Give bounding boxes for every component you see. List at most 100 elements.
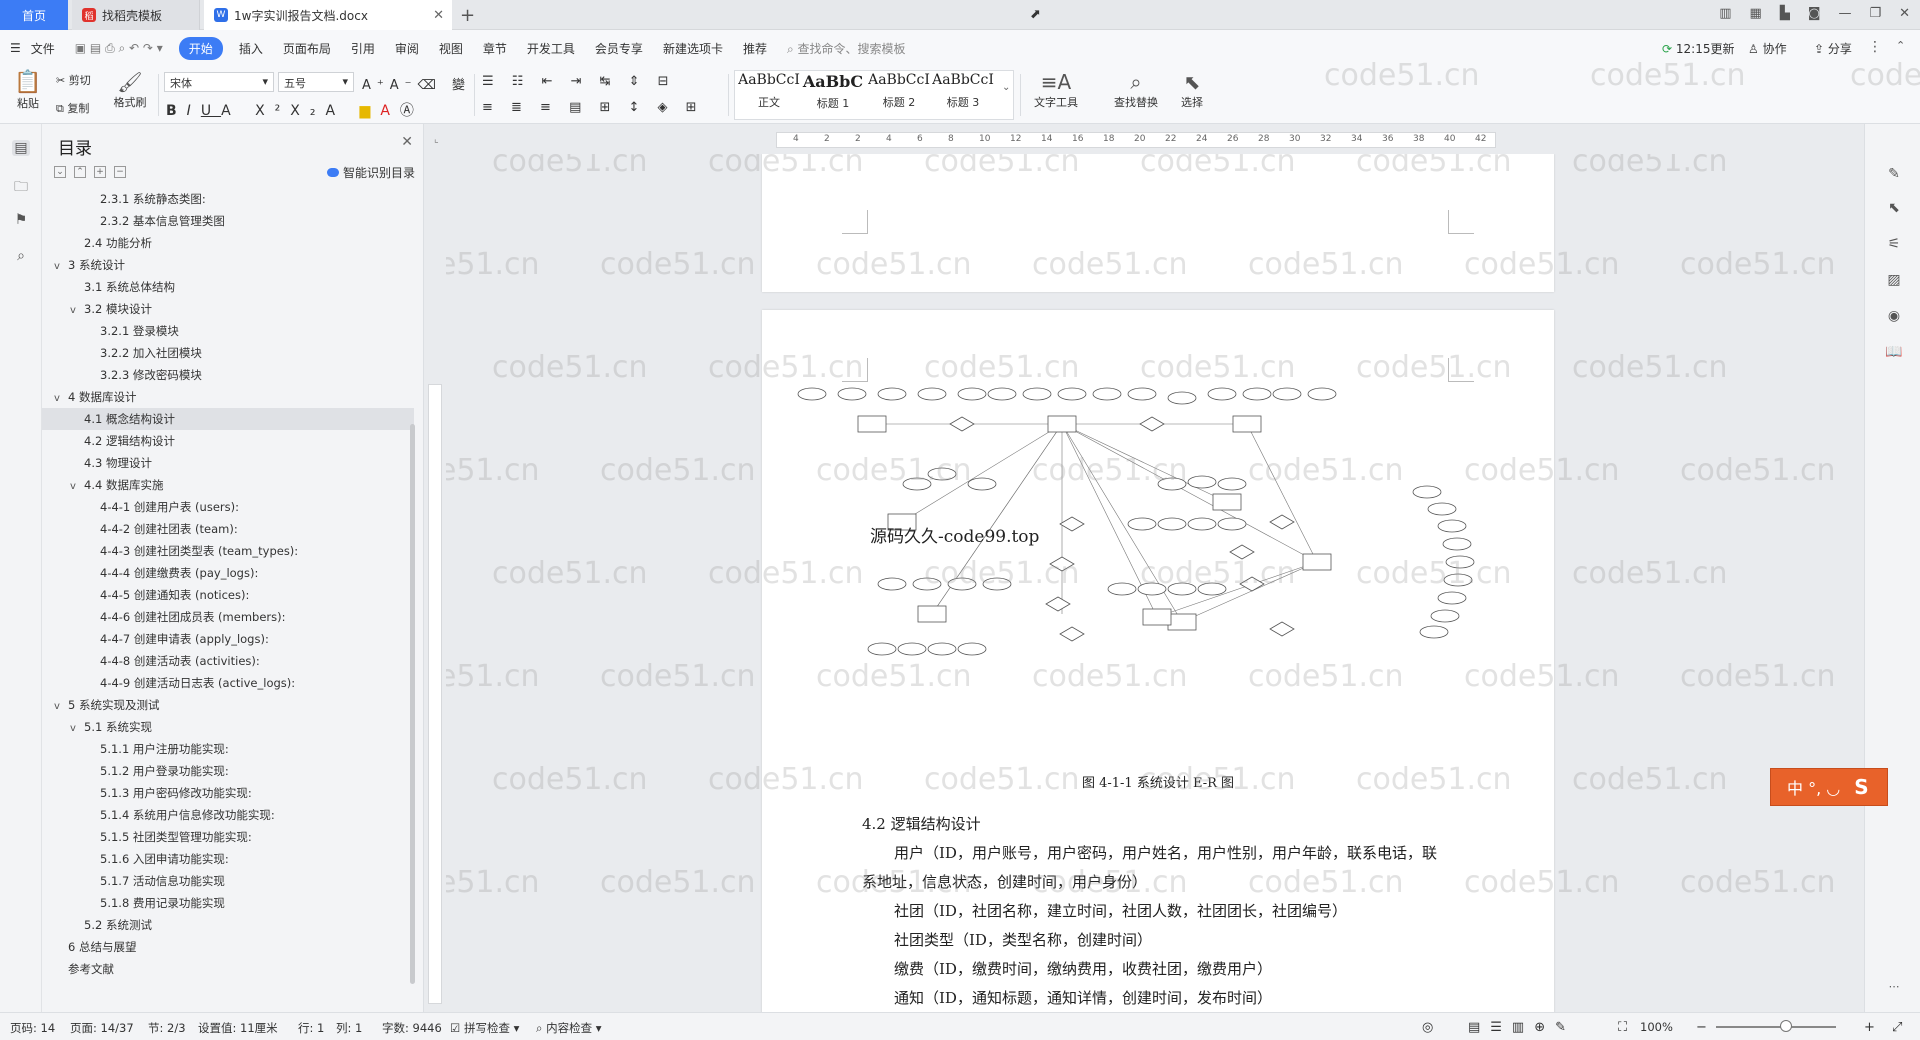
toc-item[interactable]: 5.1.7 活动信息功能实现 [42,870,414,892]
page[interactable] [762,154,1554,292]
toc-item[interactable]: 3.2.3 修改密码模块 [42,364,414,386]
fullscreen-icon[interactable]: ⤢ [1892,1020,1902,1035]
toc-item[interactable]: 4-4-5 创建通知表 (notices): [42,584,414,606]
skin-icon[interactable]: ▙ [1780,6,1790,21]
scrollbar[interactable] [410,424,415,984]
eye-icon[interactable]: ◎ [1422,1020,1433,1035]
view-mode-icons[interactable]: ▤☰▥⊕✎ [1468,1020,1576,1035]
toc-item[interactable]: 4-4-1 创建用户表 (users): [42,496,414,518]
book-icon[interactable]: 📖 [1885,344,1903,362]
sync-status[interactable]: ⟳ 12:15更新 [1662,40,1734,57]
style-heading-2[interactable]: AaBbCcI 标题 2 [866,72,932,118]
status-section[interactable]: 节: 2/3 [148,1020,186,1036]
image-icon[interactable]: ▨ [1885,272,1903,290]
toc-item[interactable]: 3.2.2 加入社团模块 [42,342,414,364]
toc-item[interactable]: 5.1.1 用户注册功能实现: [42,738,414,760]
horizontal-ruler[interactable]: ⌞ 4 2 2 4 6 8 10 12 14 16 18 20 22 24 26 28 30 32 34 36 38 40… [424,124,1864,154]
toc-item[interactable]: 2.4 功能分析 [42,232,414,254]
toc-item[interactable]: 5.1.5 社团类型管理功能实现: [42,826,414,848]
close-tab-icon[interactable]: ✕ [433,8,444,23]
command-search[interactable]: ⌕ 查找命令、搜索模板 [777,40,916,57]
share-button[interactable]: ⇪ 分享 [1814,40,1852,57]
more-icon[interactable]: ⋯ [1885,980,1903,998]
zoom-level[interactable]: 100% [1640,1020,1673,1034]
toc-item[interactable]: 6 总结与展望 [42,936,414,958]
pen-icon[interactable]: ✎ [1885,166,1903,184]
menu-layout[interactable]: 页面布局 [273,40,341,57]
toc-item[interactable]: v4 数据库设计 [42,386,414,408]
chevron-down-icon[interactable]: v [70,718,84,740]
style-normal[interactable]: AaBbCcI 正文 [736,72,802,118]
avatar-icon[interactable]: ◙ [1808,6,1821,21]
font-adjust-icons[interactable]: A⁺A⁻⌫ 變 [362,74,471,93]
cursor-select-icon[interactable]: ⬉ [1885,200,1903,218]
ime-badge[interactable]: 中 °, ◡ S [1770,768,1888,806]
toc-item[interactable]: 4-4-9 创建活动日志表 (active_logs): [42,672,414,694]
chevron-down-icon[interactable]: v [70,476,84,498]
menu-vip[interactable]: 会员专享 [585,40,653,57]
chevron-down-icon[interactable]: v [70,300,84,322]
page[interactable]: 源码久久-code99.top 图 4-1-1 系统设计 E-R 图 4.2 逻… [762,310,1554,1012]
restore-icon[interactable]: ❐ [1869,6,1881,21]
toc-panel-icon[interactable]: ▤ [12,140,30,156]
menu-chapter[interactable]: 章节 [473,40,517,57]
more-icon[interactable]: ⋮ [1868,39,1882,55]
menu-start[interactable]: 开始 [178,36,223,60]
zoom-slider-handle[interactable] [1780,1020,1792,1032]
menu-recommend[interactable]: 推荐 [733,40,777,57]
status-page[interactable]: 页面: 14/37 [70,1020,134,1036]
status-setting[interactable]: 设置值: 11厘米 [198,1020,278,1036]
toc-item[interactable]: 4-4-4 创建缴费表 (pay_logs): [42,562,414,584]
spell-check-button[interactable]: ☑ 拼写检查 ▾ [450,1020,519,1036]
status-words[interactable]: 字数: 9446 [382,1020,442,1036]
add-icon[interactable]: + [94,166,106,178]
format-painter-button[interactable]: 🖌 格式刷 [110,70,150,110]
vertical-ruler[interactable] [424,154,446,1012]
close-icon[interactable]: ✕ [401,134,413,150]
toc-item[interactable]: 4-4-3 创建社团类型表 (team_types): [42,540,414,562]
toc-item[interactable]: 5.1.3 用户密码修改功能实现: [42,782,414,804]
fit-page-icon[interactable]: ⛶ [1618,1020,1627,1035]
toc-item[interactable]: v5 系统实现及测试 [42,694,414,716]
toc-item[interactable]: 4-4-8 创建活动表 (activities): [42,650,414,672]
toc-item[interactable]: 3.1 系统总体结构 [42,276,414,298]
status-col[interactable]: 列: 1 [336,1020,362,1036]
toc-item[interactable]: 5.1.6 入团申请功能实现: [42,848,414,870]
remove-icon[interactable]: − [114,166,126,178]
tab-home[interactable]: 首页 [0,0,68,30]
list-icons[interactable]: ☰ ☷ ⇤ ⇥ ↹ ⇕ ⊟ [482,74,676,89]
grid-icon[interactable]: ▦ [1750,6,1762,21]
toc-item[interactable]: 4.1 概念结构设计 [42,408,414,430]
settings-sliders-icon[interactable]: ⚟ [1885,236,1903,254]
text-tools-button[interactable]: ≡A 文字工具 [1026,70,1086,110]
zoom-slider[interactable] [1716,1026,1836,1028]
style-heading-3[interactable]: AaBbCcI 标题 3 [930,72,996,118]
layout-icon[interactable]: ▥ [1719,6,1731,21]
zoom-out-icon[interactable]: − [1696,1020,1707,1035]
quick-access-icons[interactable]: ▣ ▤ ⎙ ⌕ ↶ ↷ ▾ [65,41,173,56]
toc-item[interactable]: 4-4-6 创建社团成员表 (members): [42,606,414,628]
font-name-select[interactable]: 宋体 ▾ [164,72,274,92]
zoom-in-icon[interactable]: + [1864,1020,1875,1035]
toc-item[interactable]: v 5.1 系统实现 [42,716,414,738]
find-replace-button[interactable]: ⌕ 查找替换 [1104,70,1168,110]
cut-button[interactable]: ✂ 剪切 [56,72,91,88]
close-window-icon[interactable]: ✕ [1899,6,1910,21]
status-page-num[interactable]: 页码: 14 [10,1020,55,1036]
bookmark-icon[interactable]: ⚑ [12,212,30,228]
paste-button[interactable]: 📋 粘贴 [10,70,46,111]
toc-item[interactable]: 5.1.2 用户登录功能实现: [42,760,414,782]
chevron-down-icon[interactable]: v [54,696,68,718]
tab-template[interactable]: 稻 找稻壳模板 [72,0,200,30]
toc-item[interactable]: v 3.2 模块设计 [42,298,414,320]
location-icon[interactable]: ◉ [1885,308,1903,326]
search-icon[interactable]: ⌕ [12,248,30,264]
document-body[interactable]: 4.2 逻辑结构设计 用户（ID，用户账号，用户密码，用户姓名，用户性别，用户年… [862,810,1502,1012]
toc-item[interactable]: 4.3 物理设计 [42,452,414,474]
minimize-icon[interactable]: — [1838,6,1851,21]
copy-button[interactable]: ⧉ 复制 [56,100,89,116]
collapse-all-icon[interactable]: ⌄ [54,166,66,178]
toc-item[interactable]: v3 系统设计 [42,254,414,276]
align-icons[interactable]: ≡ ≣ ≡ ▤ ⊞ ↕ ◈ ⊞ [482,100,704,115]
toc-item[interactable]: 4-4-2 创建社团表 (team): [42,518,414,540]
